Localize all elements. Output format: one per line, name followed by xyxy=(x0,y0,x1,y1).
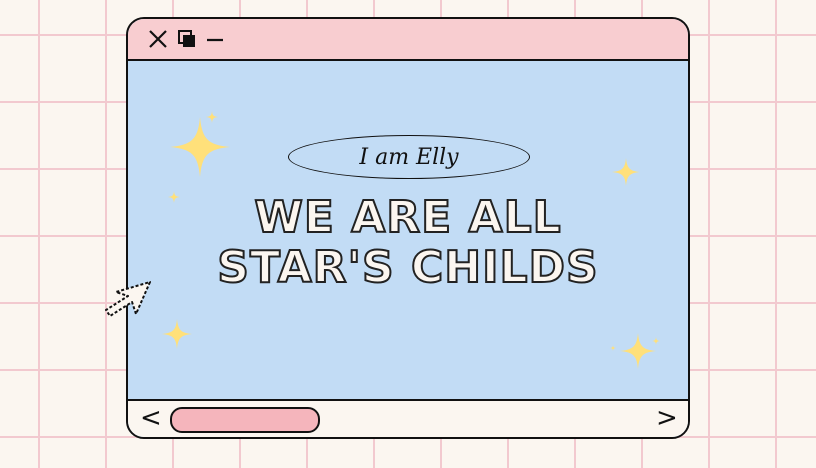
browser-window: I am Elly WE ARE ALL STAR'S CHILDS < > xyxy=(126,17,690,439)
close-icon[interactable] xyxy=(148,29,168,49)
window-content: I am Elly WE ARE ALL STAR'S CHILDS xyxy=(128,61,688,399)
sparkle-icon xyxy=(612,158,640,186)
scroll-thumb[interactable] xyxy=(170,407,320,433)
sparkle-icon xyxy=(610,345,616,351)
sparkle-icon xyxy=(652,337,660,345)
headline-line-1: WE ARE ALL xyxy=(253,192,562,244)
title-bar xyxy=(128,19,688,61)
sparkle-icon xyxy=(206,111,218,123)
sparkle-icon xyxy=(620,333,656,369)
headline: WE ARE ALL STAR'S CHILDS xyxy=(128,192,688,294)
minimize-icon[interactable] xyxy=(205,29,225,49)
restore-icon[interactable] xyxy=(177,29,197,49)
scroll-right-button[interactable]: > xyxy=(656,403,678,433)
scroll-bar[interactable]: < > xyxy=(128,399,688,437)
scroll-left-button[interactable]: < xyxy=(140,403,162,433)
name-badge: I am Elly xyxy=(288,135,530,179)
sparkle-icon xyxy=(170,117,230,177)
cursor-arrow-icon xyxy=(104,280,154,324)
headline-line-2: STAR'S CHILDS xyxy=(216,242,599,294)
name-badge-text: I am Elly xyxy=(359,144,459,170)
sparkle-icon xyxy=(162,319,192,349)
